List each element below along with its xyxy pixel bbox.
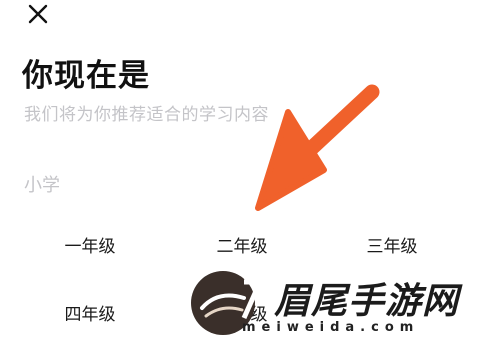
grade-option-1[interactable]: 一年级 — [35, 232, 145, 257]
grade-option-2[interactable]: 二年级 — [187, 232, 297, 257]
close-icon — [28, 4, 48, 24]
grade-option-4[interactable]: 四年级 — [35, 300, 145, 325]
watermark-text: 眉尾手游网 — [274, 281, 460, 322]
page-subtitle: 我们将为你推荐适合的学习内容 — [24, 105, 269, 125]
grade-option-3[interactable]: 三年级 — [337, 232, 447, 257]
grade-option-5[interactable]: 五年级 — [187, 300, 297, 325]
close-button[interactable] — [26, 2, 52, 28]
section-label-primary-school: 小学 — [24, 175, 60, 196]
page-title: 你现在是 — [22, 58, 150, 94]
